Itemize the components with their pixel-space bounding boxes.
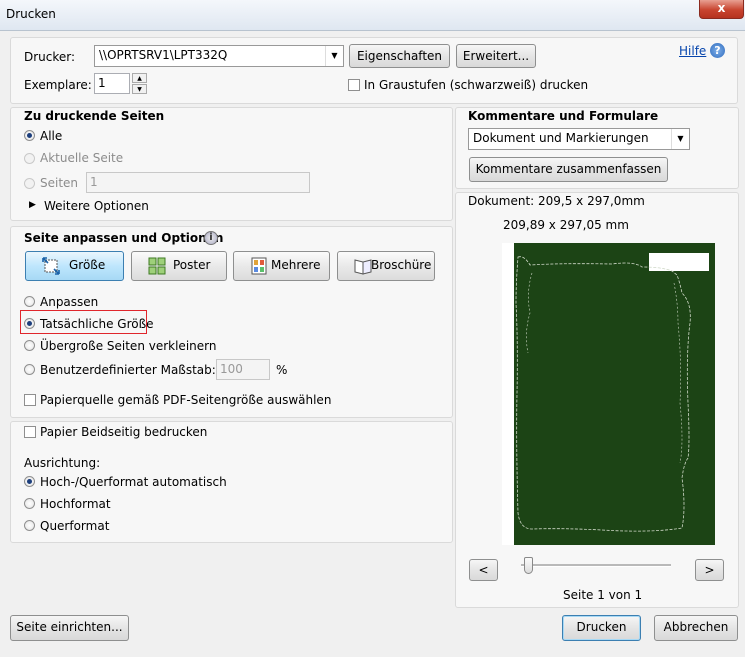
preview-outline [515,256,691,532]
copies-up-icon[interactable]: ▲ [132,73,147,83]
pages-current-label: Aktuelle Seite [40,151,124,165]
tab-size[interactable]: Größe [25,251,124,281]
duplex-label: Papier Beidseitig bedrucken [40,425,208,439]
fit-radio[interactable] [24,296,35,307]
help-icon[interactable]: ? [710,43,725,58]
custom-scale-unit: % [276,363,288,377]
next-page-button[interactable]: > [695,559,724,581]
actual-size-radio[interactable] [24,318,35,329]
pages-range-radio[interactable] [24,178,35,189]
help-link[interactable]: Hilfe [679,44,706,58]
actual-size-label: Tatsächliche Größe [40,317,154,331]
orientation-auto-label: Hoch-/Querformat automatisch [40,475,227,489]
properties-button[interactable]: Eigenschaften [349,44,450,68]
shrink-label: Übergroße Seiten verkleinern [40,339,217,353]
tab-booklet-label: Broschüre [371,258,432,272]
pages-range-input[interactable]: 1 [86,172,310,193]
copies-down-icon[interactable]: ▼ [132,84,147,94]
orientation-heading: Ausrichtung: [24,456,101,470]
tab-multiple[interactable]: Mehrere [233,251,330,281]
tab-booklet[interactable]: Broschüre [337,251,435,281]
chevron-down-icon: ▼ [325,46,343,66]
print-button[interactable]: Drucken [562,615,641,641]
tab-size-label: Größe [69,258,106,272]
title-bar: Drucken x [0,0,745,31]
duplex-checkbox[interactable] [24,426,36,438]
tab-poster-label: Poster [173,258,211,272]
comments-select-value: Dokument und Markierungen [473,131,649,145]
pages-all-label: Alle [40,129,63,143]
comments-select[interactable]: Dokument und Markierungen ▼ [468,128,690,150]
sizing-heading: Seite anpassen und Optionen [24,231,224,245]
advanced-button[interactable]: Erweitert... [456,44,536,68]
expand-triangle-icon[interactable]: ▶ [29,200,36,210]
pages-heading: Zu druckende Seiten [24,109,165,123]
orientation-portrait-label: Hochformat [40,497,111,511]
orientation-auto-radio[interactable] [24,476,35,487]
multiple-pages-icon [251,257,267,275]
grayscale-label: In Graustufen (schwarzweiß) drucken [364,78,589,92]
chevron-down-icon: ▼ [671,129,689,149]
printer-select[interactable]: \\OPRTSRV1\LPT332Q ▼ [94,45,344,67]
grayscale-checkbox[interactable] [348,79,360,91]
tab-poster[interactable]: Poster [131,251,227,281]
cancel-button[interactable]: Abbrechen [654,615,738,641]
custom-scale-input[interactable]: 100 [216,359,270,380]
poster-icon [148,257,166,275]
printer-select-value: \\OPRTSRV1\LPT332Q [99,48,228,62]
copies-label: Exemplare: [24,78,92,92]
window-title: Drucken [6,7,56,21]
pages-range-label: Seiten [40,176,79,190]
paper-source-label: Papierquelle gemäß PDF-Seitengröße auswä… [40,393,332,407]
page-indicator: Seite 1 von 1 [563,588,643,602]
summarize-comments-button[interactable]: Kommentare zusammenfassen [469,157,668,182]
fit-label: Anpassen [40,295,99,309]
custom-scale-radio[interactable] [24,364,35,375]
pages-all-radio[interactable] [24,130,35,141]
page-slider-thumb[interactable] [524,557,533,574]
custom-scale-label: Benutzerdefinierter Maßstab: [40,363,216,377]
prev-page-button[interactable]: < [469,559,498,581]
page-slider-track[interactable] [521,564,671,567]
resize-icon [42,257,60,275]
booklet-icon [354,259,372,275]
shrink-radio[interactable] [24,340,35,351]
orientation-portrait-radio[interactable] [24,498,35,509]
more-options-label[interactable]: Weitere Optionen [44,199,149,213]
pages-current-radio[interactable] [24,153,35,164]
page-preview [502,243,715,545]
page-size: 209,89 x 297,05 mm [503,218,629,232]
orientation-landscape-radio[interactable] [24,520,35,531]
info-icon[interactable]: i [204,231,218,245]
paper-source-checkbox[interactable] [24,394,36,406]
page-setup-button[interactable]: Seite einrichten... [10,615,129,641]
document-size: Dokument: 209,5 x 297,0mm [468,194,645,208]
copies-input[interactable]: 1 [94,73,130,94]
close-icon: x [717,1,726,15]
tab-multiple-label: Mehrere [271,258,321,272]
close-button[interactable]: x [699,0,744,19]
printer-label: Drucker: [24,50,76,64]
orientation-landscape-label: Querformat [40,519,110,533]
comments-heading: Kommentare und Formulare [468,109,659,123]
